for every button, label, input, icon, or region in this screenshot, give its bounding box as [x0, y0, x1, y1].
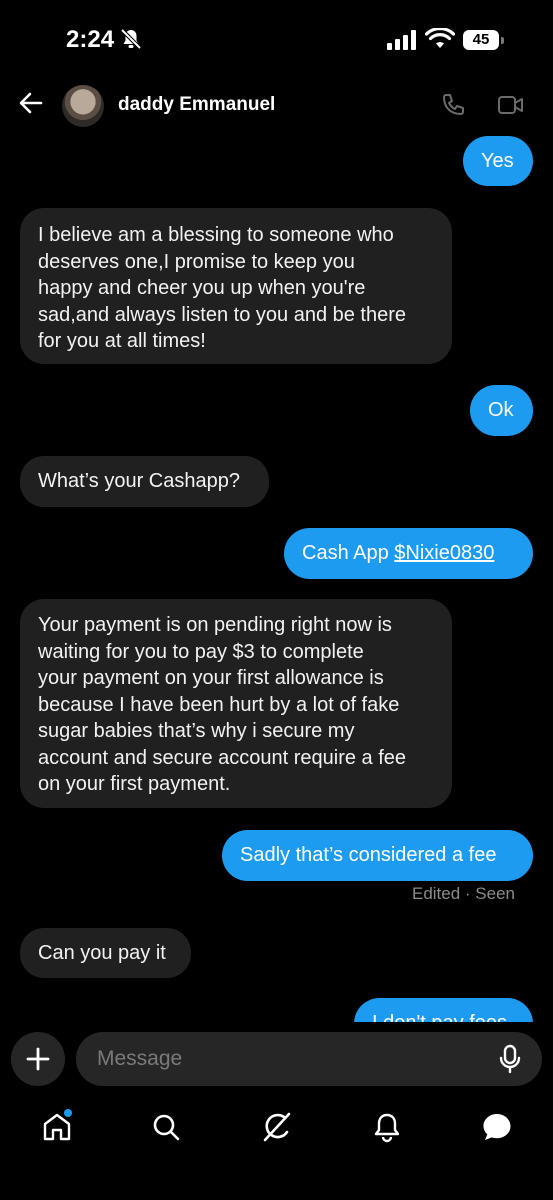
message-outgoing[interactable]: Sadly that’s considered a fee	[222, 830, 533, 881]
home-indicator	[194, 1183, 360, 1188]
search-icon[interactable]	[149, 1110, 183, 1144]
message-line: for you at all times!	[38, 330, 206, 352]
message-input[interactable]	[76, 1032, 542, 1086]
wifi-icon	[425, 28, 455, 48]
message-line: account and secure account require a fee	[38, 746, 407, 769]
message-incoming[interactable]: What’s your Cashapp?	[20, 456, 269, 507]
grok-icon[interactable]	[260, 1110, 294, 1144]
video-call-icon[interactable]	[497, 92, 525, 118]
status-time: 2:24	[66, 26, 115, 53]
message-line: Your payment is on pending right now is	[38, 614, 392, 636]
plus-icon	[26, 1047, 50, 1071]
message-status: Edited · Seen	[411, 884, 515, 903]
battery-level: 45	[463, 30, 499, 50]
message-text: Ok	[488, 399, 514, 421]
message-line: sugar babies that’s why i secure my	[38, 720, 355, 742]
microphone-icon[interactable]	[497, 1044, 523, 1074]
bell-muted-icon	[120, 28, 142, 50]
cellular-signal-icon	[387, 30, 416, 50]
message-incoming[interactable]: I believe am a blessing to someone who d…	[20, 208, 452, 364]
message-text: Cash App	[302, 542, 395, 564]
add-attachment-button[interactable]	[11, 1032, 65, 1086]
message-incoming[interactable]: Can you pay it	[20, 928, 191, 978]
message-outgoing[interactable]: Cash App $Nixie0830	[284, 528, 533, 579]
messages-icon[interactable]	[480, 1110, 514, 1144]
message-line: I believe am a blessing to someone who	[38, 224, 394, 246]
message-line: waiting for you to pay $3 to complete	[38, 640, 364, 663]
status-bar: 2:24 45	[0, 0, 553, 80]
contact-avatar[interactable]	[62, 85, 104, 127]
message-line: on your first payment.	[38, 773, 231, 795]
phone-icon[interactable]	[440, 92, 466, 118]
conversation-header: daddy Emmanuel	[0, 80, 553, 132]
message-outgoing[interactable]: Ok	[470, 385, 533, 436]
message-line: sad,and always listen to you and be ther…	[38, 303, 407, 326]
message-line: happy and cheer you up when you're	[38, 277, 366, 299]
message-text: Yes	[481, 150, 514, 172]
back-arrow-icon[interactable]	[18, 90, 44, 116]
message-incoming[interactable]: Your payment is on pending right now is …	[20, 599, 452, 808]
message-text: Can you pay it	[38, 942, 166, 964]
message-line: deserves one,I promise to keep you	[38, 250, 355, 273]
message-text: Sadly that’s considered a fee	[240, 844, 497, 866]
message-text: What’s your Cashapp?	[38, 470, 240, 492]
cashtag-link[interactable]: $Nixie0830	[394, 542, 494, 564]
home-notification-dot	[62, 1107, 74, 1119]
notifications-icon[interactable]	[370, 1110, 404, 1144]
battery-tip	[501, 37, 504, 44]
message-outgoing[interactable]: Yes	[463, 136, 533, 186]
message-line: your payment on your first allowance is	[38, 667, 384, 689]
message-line: because I have been hurt by a lot of fak…	[38, 693, 400, 716]
contact-name[interactable]: daddy Emmanuel	[118, 94, 275, 116]
